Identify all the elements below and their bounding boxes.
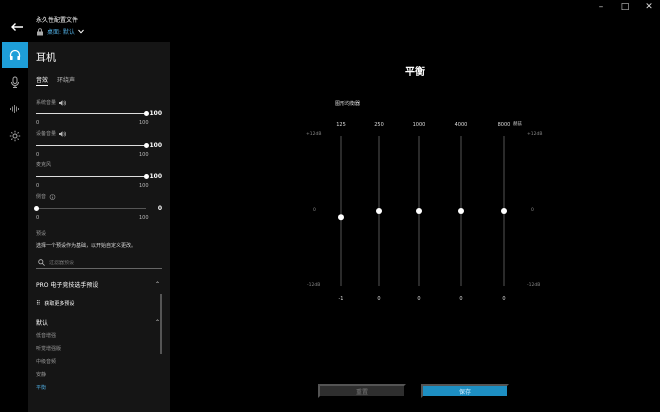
band-frequency-label: 250 — [374, 122, 384, 128]
group-default-presets[interactable]: 默认 ⌃ — [36, 318, 160, 327]
band-knob[interactable] — [376, 208, 382, 214]
device-volume-control: 设备音量 100 0 100 — [36, 130, 164, 158]
search-icon — [38, 259, 45, 266]
slider-max: 100 — [139, 215, 149, 221]
band-knob[interactable] — [416, 208, 422, 214]
graphic-equalizer: 125 -1 250 0 1000 0 4000 0 8000 0 — [336, 122, 511, 302]
microphone-label: 麦克风 — [36, 162, 52, 168]
device-volume-slider[interactable] — [36, 143, 149, 148]
rail-item-equalizer[interactable] — [2, 96, 28, 122]
back-arrow-icon[interactable] — [10, 22, 24, 32]
group-pro-presets[interactable]: PRO 电子竞技选手预设 ⌃ — [36, 280, 160, 289]
sidetone-value: 0 — [157, 205, 162, 212]
settings-panel: 耳机 音效 环绕声 系统音量 100 0 100 设备音量 100 0 100 麦克… — [28, 42, 170, 412]
slider-min: 0 — [36, 120, 40, 126]
lock-icon — [37, 27, 43, 35]
preset-search[interactable] — [36, 257, 162, 269]
slider-knob[interactable] — [144, 111, 149, 116]
band-frequency-label: 1000 — [413, 122, 426, 128]
minimize-button[interactable]: – — [596, 2, 606, 12]
rail-item-lighting[interactable] — [2, 123, 28, 149]
preset-item[interactable]: 安静 — [36, 371, 61, 384]
preset-item[interactable]: 中级音频 — [36, 358, 61, 371]
get-more-presets[interactable]: ⠿ 获取更多预设 — [36, 300, 74, 307]
band-value-label: -1 — [339, 296, 344, 302]
chevron-up-icon: ⌃ — [154, 281, 160, 288]
slider-max: 100 — [139, 152, 149, 158]
preset-list: 低音增强 听觉增强版 中级音频 安静 平衡 — [36, 332, 61, 397]
slider-min: 0 — [36, 152, 40, 158]
preset-title: 平衡 — [405, 67, 425, 78]
profile-name: 桌面: 默认 — [47, 29, 75, 36]
window-controls: – □ ✕ — [596, 2, 654, 12]
maximize-button[interactable]: □ — [620, 2, 630, 12]
reset-button[interactable]: 重置 — [318, 384, 406, 398]
sidetone-control: 侧音 0 0 100 — [34, 193, 164, 221]
panel-title: 耳机 — [36, 53, 56, 64]
slider-fill — [36, 176, 146, 177]
slider-min: 0 — [36, 215, 40, 221]
band-value-label: 0 — [502, 296, 505, 302]
info-icon[interactable] — [49, 193, 56, 200]
band-knob[interactable] — [338, 214, 344, 221]
system-volume-label: 系统音量 — [36, 100, 57, 106]
preset-item-selected[interactable]: 平衡 — [36, 384, 61, 397]
get-more-label: 获取更多预设 — [44, 301, 75, 307]
slider-max: 100 — [139, 183, 149, 189]
profile-selector[interactable]: 桌面: 默认 — [36, 27, 84, 36]
band-value-label: 0 — [417, 296, 420, 302]
group-default-label: 默认 — [36, 320, 49, 327]
system-volume-control: 系统音量 100 0 100 — [36, 99, 164, 126]
microphone-value: 100 — [149, 173, 162, 180]
device-volume-label: 设备音量 — [36, 131, 57, 137]
slider-max: 100 — [139, 120, 149, 126]
sidetone-label: 侧音 — [36, 194, 47, 200]
system-volume-slider[interactable] — [36, 111, 149, 116]
slider-fill — [36, 113, 146, 114]
device-volume-value: 100 — [149, 142, 162, 149]
preset-item[interactable]: 听觉增强版 — [36, 345, 61, 358]
lighting-sun-icon — [9, 130, 21, 142]
group-pro-label: PRO 电子竞技选手预设 — [36, 282, 99, 289]
system-volume-value: 100 — [149, 110, 162, 117]
sidetone-slider[interactable] — [34, 206, 146, 211]
chevron-down-icon — [78, 29, 84, 34]
graphic-eq-label: 图形均衡器 — [335, 101, 361, 107]
profile-label: 永久性配置文件 — [36, 17, 79, 24]
save-button[interactable]: 保存 — [421, 384, 509, 398]
grid-icon: ⠿ — [36, 300, 41, 307]
slider-fill — [36, 145, 146, 146]
slider-min: 0 — [36, 183, 40, 189]
device-rail — [2, 42, 28, 150]
preset-item[interactable]: 低音增强 — [36, 332, 61, 345]
panel-scrollbar[interactable] — [160, 294, 162, 354]
close-button[interactable]: ✕ — [644, 2, 654, 12]
slider-knob[interactable] — [144, 143, 149, 148]
preset-description: 选择一个预设作为基础，以开始自定义更改。 — [36, 243, 137, 249]
microphone-control: 麦克风 100 0 100 — [36, 161, 164, 189]
band-value-label: 0 — [459, 296, 462, 302]
slider-knob[interactable] — [144, 174, 149, 179]
slider-knob[interactable] — [34, 206, 39, 211]
band-frequency-label: 8000 — [498, 122, 511, 128]
sound-wave-icon — [10, 105, 19, 113]
microphone-slider[interactable] — [36, 174, 149, 179]
preset-search-input[interactable] — [49, 259, 149, 266]
band-knob[interactable] — [458, 208, 464, 214]
preset-heading: 预设 — [36, 231, 47, 237]
speaker-icon — [59, 99, 66, 106]
band-value-label: 0 — [377, 296, 380, 302]
speaker-icon — [59, 130, 66, 137]
band-frequency-label: 4000 — [455, 122, 468, 128]
band-knob[interactable] — [501, 208, 507, 214]
band-frequency-label: 125 — [336, 122, 346, 128]
headphones-icon — [9, 49, 21, 60]
